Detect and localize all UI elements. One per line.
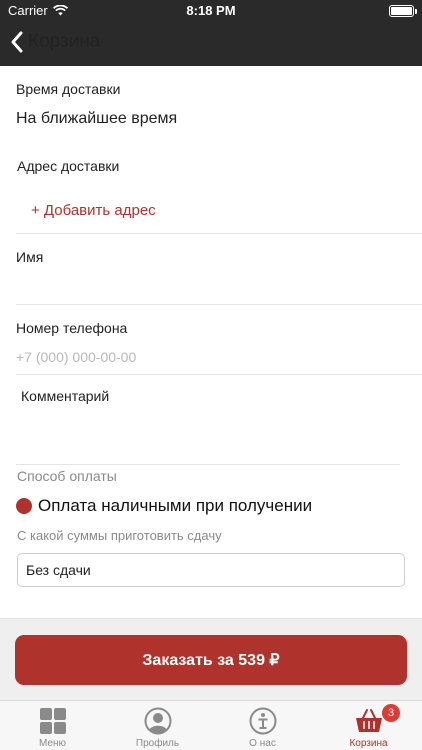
profile-icon bbox=[144, 707, 171, 735]
tab-menu-label: Меню bbox=[38, 738, 67, 749]
divider bbox=[16, 233, 422, 234]
place-order-button[interactable]: Заказать за 539 ₽ bbox=[15, 635, 407, 685]
name-input[interactable] bbox=[16, 275, 406, 299]
divider bbox=[16, 304, 422, 305]
cart-count-badge: 3 bbox=[382, 704, 400, 722]
tab-menu[interactable]: Меню bbox=[0, 701, 105, 750]
tab-profile-label: Профиль bbox=[135, 738, 180, 749]
radio-selected-icon bbox=[16, 498, 32, 514]
battery-icon bbox=[389, 5, 417, 17]
tab-cart[interactable]: 3 Корзина bbox=[316, 701, 421, 750]
change-hint: С какой суммы приготовить сдачу bbox=[17, 528, 222, 543]
payment-option-cash[interactable]: Оплата наличными при получении bbox=[16, 496, 312, 516]
chevron-left-icon bbox=[11, 31, 23, 53]
change-amount-field[interactable] bbox=[17, 553, 405, 587]
delivery-time-value[interactable]: На ближайшее время bbox=[16, 110, 177, 128]
tab-profile[interactable]: Профиль bbox=[105, 701, 210, 750]
comment-input[interactable] bbox=[21, 414, 401, 454]
name-label: Имя bbox=[16, 249, 44, 265]
divider bbox=[16, 464, 400, 465]
add-address-button[interactable]: + Добавить адрес bbox=[31, 202, 156, 219]
phone-input[interactable]: +7 (000) 000-00-00 bbox=[16, 349, 406, 365]
navigation-bar: Корзина bbox=[0, 22, 422, 66]
back-button[interactable]: Корзина bbox=[10, 31, 100, 53]
status-bar: Carrier 8:18 PM bbox=[0, 0, 422, 22]
basket-icon bbox=[355, 709, 382, 732]
payment-method-title: Способ оплаты bbox=[17, 468, 117, 484]
tab-cart-label: Корзина bbox=[349, 738, 388, 749]
order-panel: Заказать за 539 ₽ bbox=[0, 618, 422, 700]
address-label: Адрес доставки bbox=[17, 158, 120, 174]
comment-label: Комментарий bbox=[21, 388, 110, 404]
phone-label: Номер телефона bbox=[16, 320, 128, 336]
delivery-time-label: Время доставки bbox=[16, 81, 121, 97]
battery-fill bbox=[391, 7, 412, 15]
tab-about-label: О нас bbox=[249, 738, 276, 749]
divider bbox=[16, 374, 422, 375]
tab-bar: Меню Профиль О нас 3 Корзина bbox=[0, 700, 422, 750]
grid-icon bbox=[39, 708, 66, 734]
tab-about[interactable]: О нас bbox=[210, 701, 315, 750]
page-title: Корзина bbox=[28, 31, 101, 52]
payment-option-label: Оплата наличными при получении bbox=[38, 496, 313, 515]
status-time: 8:18 PM bbox=[186, 3, 236, 18]
info-icon bbox=[249, 707, 276, 735]
